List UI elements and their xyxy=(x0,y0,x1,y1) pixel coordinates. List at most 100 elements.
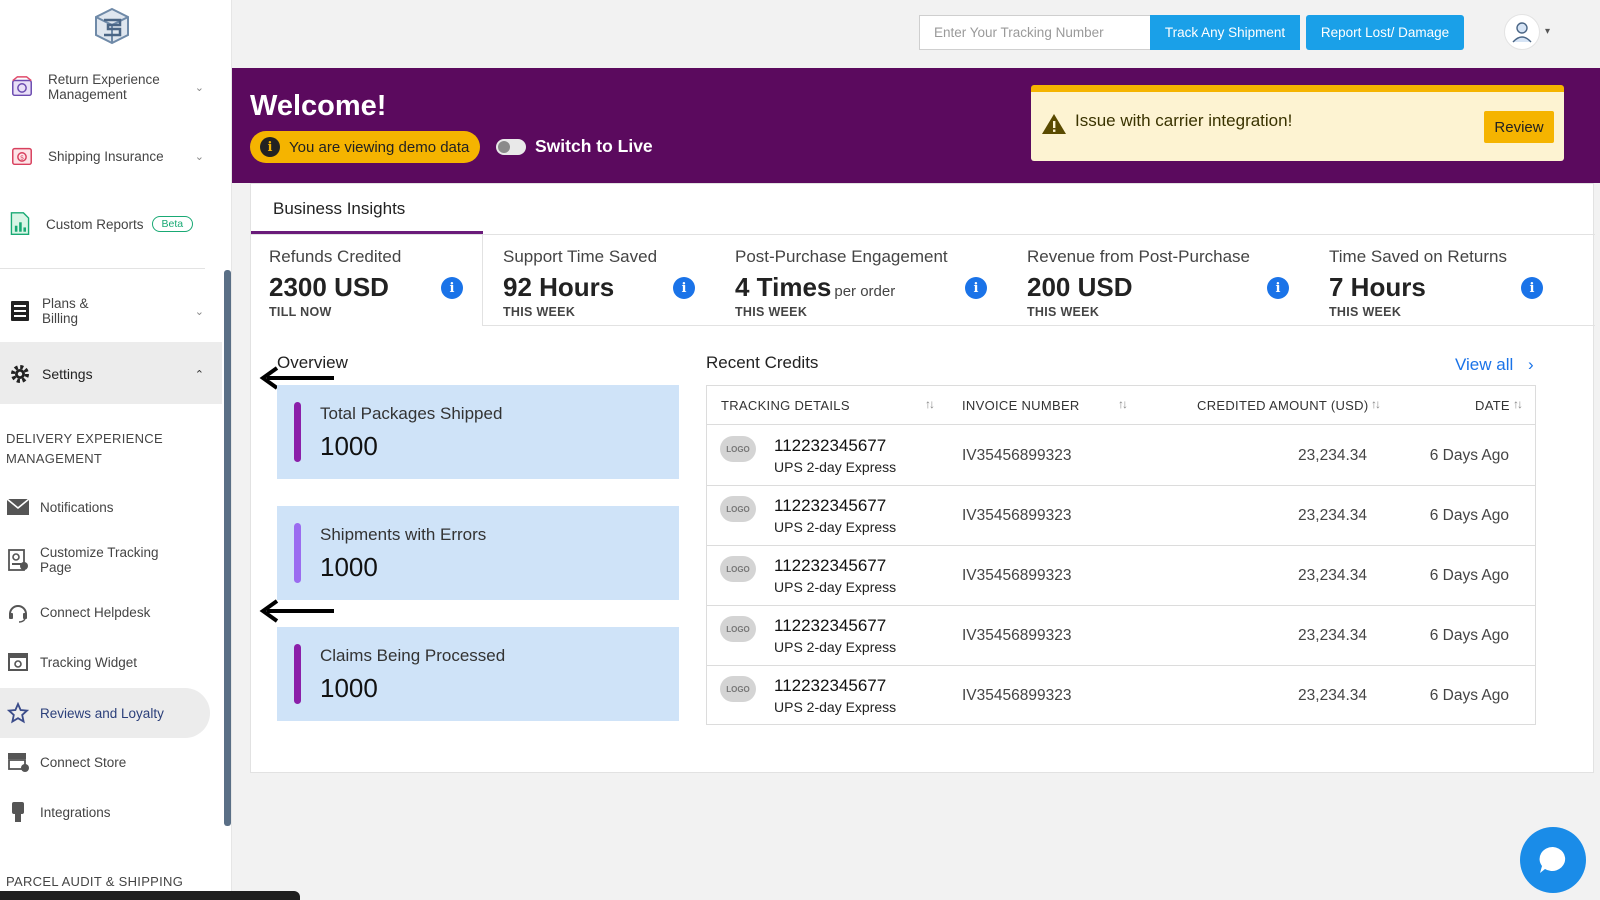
credit-date: 6 Days Ago xyxy=(1429,567,1509,584)
headset-icon xyxy=(6,600,30,624)
info-icon[interactable]: i xyxy=(441,277,463,299)
metrics-row: Refunds Credited 2300 USD TILL NOW i Sup… xyxy=(251,234,1595,326)
sidebar-item-notifications[interactable]: Notifications xyxy=(0,495,222,519)
overview-card-accent xyxy=(294,402,301,462)
invoice-number: IV35456899323 xyxy=(962,687,1072,704)
tab-label: Business Insights xyxy=(273,199,406,218)
tab-business-insights[interactable]: Business Insights xyxy=(251,184,483,234)
info-icon[interactable]: i xyxy=(1521,277,1543,299)
table-header: TRACKING DETAILS ↑↓ INVOICE NUMBER ↑↓ CR… xyxy=(707,386,1535,425)
table-row[interactable]: LOGO 112232345677 UPS 2-day Express IV35456… xyxy=(707,426,1535,486)
header-invoice-number[interactable]: INVOICE NUMBER xyxy=(962,398,1080,413)
app-logo-icon[interactable] xyxy=(92,6,132,46)
store-icon xyxy=(6,750,30,774)
overview-card-value: 1000 xyxy=(320,431,378,461)
credited-amount: 23,234.34 xyxy=(1298,507,1367,524)
header-credited-amount[interactable]: CREDITED AMOUNT (USD) xyxy=(1197,398,1368,413)
chevron-down-icon[interactable]: ▾ xyxy=(1545,26,1550,37)
info-icon[interactable]: i xyxy=(965,277,987,299)
table-row[interactable]: LOGO 112232345677 UPS 2-day Express IV35456… xyxy=(707,666,1535,726)
carrier-name: UPS 2-day Express xyxy=(774,699,897,715)
sidebar-item-label: Connect Store xyxy=(40,754,127,770)
carrier-name: UPS 2-day Express xyxy=(774,639,897,655)
chat-icon xyxy=(1539,846,1566,873)
sidebar-item-plans-billing[interactable]: Plans & Billing ⌄ xyxy=(0,296,222,326)
invoice-number: IV35456899323 xyxy=(962,507,1072,524)
sort-icon[interactable]: ↑↓ xyxy=(1118,397,1128,411)
metric-time-saved-returns[interactable]: Time Saved on Returns 7 Hours THIS WEEK … xyxy=(1311,235,1595,326)
sidebar-item-connect-store[interactable]: Connect Store xyxy=(0,750,222,774)
overview-card-shipments-errors[interactable]: Shipments with Errors 1000 xyxy=(277,506,679,600)
sidebar-scrollbar[interactable] xyxy=(224,270,231,826)
sidebar-item-label: Tracking Widget xyxy=(40,654,138,670)
tracking-number[interactable]: 112232345677 xyxy=(774,496,886,516)
returns-icon xyxy=(10,75,34,99)
metric-value: 2300 USD xyxy=(269,272,389,302)
overview-card-label: Total Packages Shipped xyxy=(320,404,503,423)
sort-icon[interactable]: ↑↓ xyxy=(925,397,935,411)
tracking-number[interactable]: 112232345677 xyxy=(774,616,886,636)
info-icon: i xyxy=(260,137,280,157)
metric-value: 200 USD xyxy=(1027,272,1133,302)
live-toggle[interactable] xyxy=(496,139,526,155)
avatar[interactable] xyxy=(1504,14,1540,50)
view-all-link[interactable]: View all › xyxy=(1455,355,1534,375)
user-icon xyxy=(1512,22,1532,43)
header-tracking-details[interactable]: TRACKING DETAILS xyxy=(721,398,850,413)
metric-label: Support Time Saved xyxy=(503,247,658,266)
table-row[interactable]: LOGO 112232345677 UPS 2-day Express IV35456… xyxy=(707,606,1535,666)
sidebar-item-customize-tracking[interactable]: Customize Tracking Page xyxy=(0,545,222,575)
sidebar-item-return-experience[interactable]: Return Experience Management ⌄ xyxy=(0,72,222,102)
info-icon[interactable]: i xyxy=(673,277,695,299)
report-lost-damage-button[interactable]: Report Lost/ Damage xyxy=(1306,15,1464,50)
credit-date: 6 Days Ago xyxy=(1429,687,1509,704)
metric-period: THIS WEEK xyxy=(735,305,808,319)
plug-icon xyxy=(6,800,30,824)
carrier-logo: LOGO xyxy=(720,436,756,462)
table-row[interactable]: LOGO 112232345677 UPS 2-day Express IV35456… xyxy=(707,546,1535,606)
overview-card-label: Shipments with Errors xyxy=(320,525,487,544)
sort-icon[interactable]: ↑↓ xyxy=(1371,397,1381,411)
recent-credits-title: Recent Credits xyxy=(706,353,819,372)
review-button[interactable]: Review xyxy=(1484,111,1554,143)
sidebar-item-shipping-insurance[interactable]: $ Shipping Insurance ⌄ xyxy=(0,144,222,168)
metric-label: Post-Purchase Engagement xyxy=(735,247,948,266)
metric-refunds-credited[interactable]: Refunds Credited 2300 USD TILL NOW i xyxy=(251,235,483,326)
carrier-name: UPS 2-day Express xyxy=(774,519,897,535)
metric-value: 92 Hours xyxy=(503,272,615,302)
chevron-right-icon: › xyxy=(1528,355,1534,374)
metric-support-time-saved[interactable]: Support Time Saved 92 Hours THIS WEEK i xyxy=(485,235,717,326)
sidebar-item-integrations[interactable]: Integrations xyxy=(0,800,222,824)
overview-card-total-packages[interactable]: Total Packages Shipped 1000 xyxy=(277,385,679,479)
overview-card-claims-processed[interactable]: Claims Being Processed 1000 xyxy=(277,627,679,721)
invoice-number: IV35456899323 xyxy=(962,447,1072,464)
sidebar-item-connect-helpdesk[interactable]: Connect Helpdesk xyxy=(0,600,222,624)
widget-icon xyxy=(6,650,30,674)
sidebar-item-reviews-loyalty[interactable]: Reviews and Loyalty xyxy=(0,701,222,725)
info-icon[interactable]: i xyxy=(1267,277,1289,299)
tracking-number[interactable]: 112232345677 xyxy=(774,676,886,696)
metric-revenue-post-purchase[interactable]: Revenue from Post-Purchase 200 USD THIS … xyxy=(1009,235,1311,326)
star-icon xyxy=(6,701,30,725)
metric-period: THIS WEEK xyxy=(1329,305,1402,319)
section-delivery-experience: DELIVERY EXPERIENCE MANAGEMENT xyxy=(6,431,163,466)
metric-post-purchase-engagement[interactable]: Post-Purchase Engagement 4 Times per orde… xyxy=(717,235,1009,326)
overview-card-value: 1000 xyxy=(320,673,378,703)
track-shipment-button[interactable]: Track Any Shipment xyxy=(1150,15,1300,50)
sort-icon[interactable]: ↑↓ xyxy=(1513,397,1523,411)
switch-to-live-label: Switch to Live xyxy=(535,136,653,156)
sidebar-item-custom-reports[interactable]: Custom Reports Beta xyxy=(0,212,222,236)
chevron-down-icon: ⌄ xyxy=(194,150,204,163)
sidebar-item-label: Plans & Billing xyxy=(42,296,89,326)
tracking-number-input[interactable] xyxy=(919,15,1151,50)
warning-icon xyxy=(1042,114,1066,134)
invoice-number: IV35456899323 xyxy=(962,627,1072,644)
sidebar-item-tracking-widget[interactable]: Tracking Widget xyxy=(0,650,222,674)
table-row[interactable]: LOGO 112232345677 UPS 2-day Express IV35456… xyxy=(707,486,1535,546)
sidebar-item-settings[interactable]: Settings ⌃ xyxy=(0,362,222,386)
metric-label: Refunds Credited xyxy=(269,247,402,266)
tracking-number[interactable]: 112232345677 xyxy=(774,436,886,456)
header-date[interactable]: DATE xyxy=(1475,398,1510,413)
tracking-number[interactable]: 112232345677 xyxy=(774,556,886,576)
chat-button[interactable] xyxy=(1520,827,1586,893)
